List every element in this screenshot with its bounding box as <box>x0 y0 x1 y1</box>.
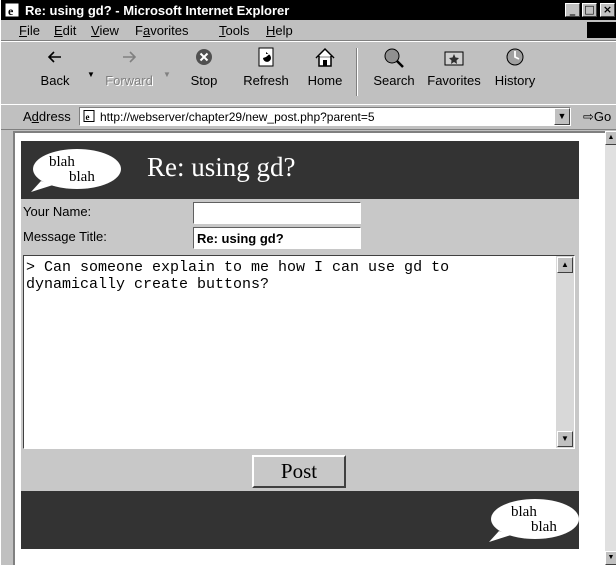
textarea-scrollbar[interactable]: ▲ ▼ <box>556 256 574 448</box>
scroll-up-icon[interactable]: ▲ <box>557 257 573 273</box>
page-icon: e <box>83 110 95 122</box>
blah-blah-logo: blah blah <box>31 149 121 192</box>
search-button[interactable]: Search <box>369 42 419 102</box>
menu-favorites[interactable]: Favorites <box>135 23 188 38</box>
forward-dropdown-icon[interactable]: ▼ <box>163 70 171 79</box>
forward-button[interactable]: Forward <box>101 42 157 102</box>
address-bar: Address e http://webserver/chapter29/new… <box>1 104 616 130</box>
history-icon <box>506 48 524 66</box>
close-button[interactable]: × <box>600 3 615 17</box>
stop-icon <box>196 49 212 65</box>
minimize-button[interactable]: _ <box>565 3 580 17</box>
toolbar-separator <box>356 48 358 96</box>
title-label: Message Title: <box>23 229 107 244</box>
favorites-button[interactable]: Favorites <box>423 42 485 102</box>
submit-row: Post <box>21 451 579 491</box>
svg-text:e: e <box>8 4 14 18</box>
scroll-up-icon[interactable]: ▲ <box>605 131 616 145</box>
name-input[interactable] <box>193 202 361 224</box>
post-form: Your Name: Message Title: Re: using gd? <box>21 199 579 253</box>
scroll-down-icon[interactable]: ▼ <box>557 431 573 447</box>
name-label: Your Name: <box>23 204 92 219</box>
ie-icon: e <box>4 2 20 18</box>
refresh-button[interactable]: Refresh <box>237 42 295 102</box>
window-scrollbar[interactable]: ▲ ▼ <box>605 131 616 565</box>
history-button[interactable]: History <box>491 42 539 102</box>
back-button[interactable]: Back <box>33 42 77 102</box>
title-bar: e Re: using gd? - Microsoft Internet Exp… <box>1 0 616 20</box>
home-button[interactable]: Home <box>303 42 347 102</box>
message-text[interactable]: > Can someone explain to me how I can us… <box>26 259 554 293</box>
page-footer: blah blah <box>21 491 579 549</box>
home-icon <box>315 47 335 67</box>
svg-text:e: e <box>86 112 90 122</box>
menu-help[interactable]: Help <box>266 23 293 38</box>
favorites-folder-icon <box>444 51 464 66</box>
go-arrow-icon: ⇨ <box>583 109 594 124</box>
message-area: > Can someone explain to me how I can us… <box>21 253 579 451</box>
stop-button[interactable]: Stop <box>183 42 225 102</box>
address-dropdown-icon[interactable]: ▼ <box>554 108 570 125</box>
address-label: Address <box>23 109 71 124</box>
address-field[interactable]: e http://webserver/chapter29/new_post.ph… <box>79 107 571 126</box>
address-url[interactable]: http://webserver/chapter29/new_post.php?… <box>100 110 375 124</box>
menu-edit[interactable]: Edit <box>54 23 76 38</box>
menu-tools[interactable]: Tools <box>219 23 249 38</box>
menu-file[interactable]: File <box>19 23 40 38</box>
windows-logo-icon <box>587 22 616 38</box>
search-globe-icon <box>384 48 404 68</box>
svg-text:blah: blah <box>511 504 537 520</box>
forward-arrow-icon <box>123 51 137 63</box>
refresh-icon <box>258 47 274 67</box>
browser-window: e Re: using gd? - Microsoft Internet Exp… <box>0 0 616 565</box>
svg-text:blah: blah <box>531 519 557 535</box>
post-button[interactable]: Post <box>252 455 346 488</box>
toolbar: Back ▼ Forward ▼ Stop Refresh Home Searc… <box>1 41 616 105</box>
back-arrow-icon <box>47 51 61 63</box>
menu-view[interactable]: View <box>91 23 119 38</box>
title-input[interactable]: Re: using gd? <box>193 227 361 249</box>
maximize-button[interactable]: □ <box>582 3 597 17</box>
page-viewport: blah blah Re: using gd? Your Name: Messa… <box>13 131 605 565</box>
window-title: Re: using gd? - Microsoft Internet Explo… <box>25 3 290 18</box>
svg-text:blah: blah <box>69 169 95 185</box>
page-header: blah blah Re: using gd? <box>21 141 579 199</box>
back-dropdown-icon[interactable]: ▼ <box>87 70 95 79</box>
blah-blah-logo: blah blah <box>489 499 579 542</box>
message-textarea[interactable]: > Can someone explain to me how I can us… <box>23 255 575 449</box>
scroll-down-icon[interactable]: ▼ <box>605 551 616 565</box>
menu-bar: File Edit View Favorites Tools Help <box>1 20 616 41</box>
go-button[interactable]: ⇨Go <box>583 109 611 125</box>
svg-text:blah: blah <box>49 154 75 170</box>
page-title: Re: using gd? <box>147 152 296 182</box>
